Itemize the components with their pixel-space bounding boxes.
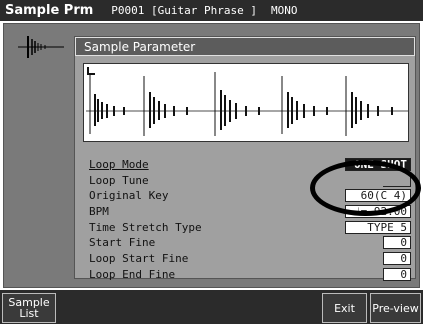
param-label: Loop End Fine (89, 267, 176, 281)
screen-title: Sample Prm (5, 3, 94, 18)
param-value[interactable]: ONE-SHOT (345, 158, 411, 171)
function-bar: Sample List Exit Pre-view (0, 290, 423, 324)
exit-button[interactable]: Exit (322, 293, 367, 323)
param-row-loop-mode[interactable]: Loop Mode ONE-SHOT (89, 157, 411, 173)
param-label: Loop Start Fine (89, 252, 189, 266)
parameter-list: Loop Mode ONE-SHOT Loop Tune Original Ke… (89, 157, 411, 283)
param-row-loop-tune[interactable]: Loop Tune (89, 173, 411, 189)
param-label: Loop Tune (89, 173, 149, 187)
param-value[interactable]: 0 (383, 252, 411, 266)
param-value[interactable]: 60(C 4) (345, 189, 411, 203)
sample-list-button[interactable]: Sample List (2, 293, 56, 323)
patch-name: P0001 [Guitar Phrase ] (111, 4, 257, 17)
param-label: Original Key (89, 189, 169, 203)
voice-mode: MONO (270, 4, 298, 17)
title-bar: Sample Prm P0001 [Guitar Phrase ] MONO (0, 0, 423, 21)
param-label: Start Fine (89, 236, 156, 250)
sample-parameter-panel: Sample Parameter Loop Mode ONE-SHOT Loop… (74, 36, 416, 281)
waveform-thumbnail-icon (18, 36, 64, 58)
param-value[interactable] (383, 173, 411, 187)
waveform-graph (86, 72, 408, 136)
main-screen: Sample Parameter Loop Mode ONE-SHOT Loop… (3, 23, 420, 288)
param-value[interactable]: ♩= 92.00 (345, 205, 411, 219)
param-label: Loop Mode (89, 158, 149, 171)
param-row-start-fine[interactable]: Start Fine 0 (89, 235, 411, 251)
param-row-bpm[interactable]: BPM ♩= 92.00 (89, 204, 411, 220)
param-row-loop-end-fine[interactable]: Loop End Fine 0 (89, 267, 411, 283)
param-row-loop-start-fine[interactable]: Loop Start Fine 0 (89, 251, 411, 267)
param-row-time-stretch-type[interactable]: Time Stretch Type TYPE 5 (89, 220, 411, 236)
param-label: BPM (89, 205, 109, 219)
param-value[interactable]: TYPE 5 (345, 220, 411, 234)
panel-header: Sample Parameter (75, 37, 415, 56)
preview-button[interactable]: Pre-view (370, 293, 421, 323)
waveform-display[interactable] (83, 63, 409, 142)
param-value[interactable]: 0 (383, 267, 411, 281)
param-label: Time Stretch Type (89, 220, 202, 234)
param-value[interactable]: 0 (383, 236, 411, 250)
param-row-original-key[interactable]: Original Key 60(C 4) (89, 188, 411, 204)
